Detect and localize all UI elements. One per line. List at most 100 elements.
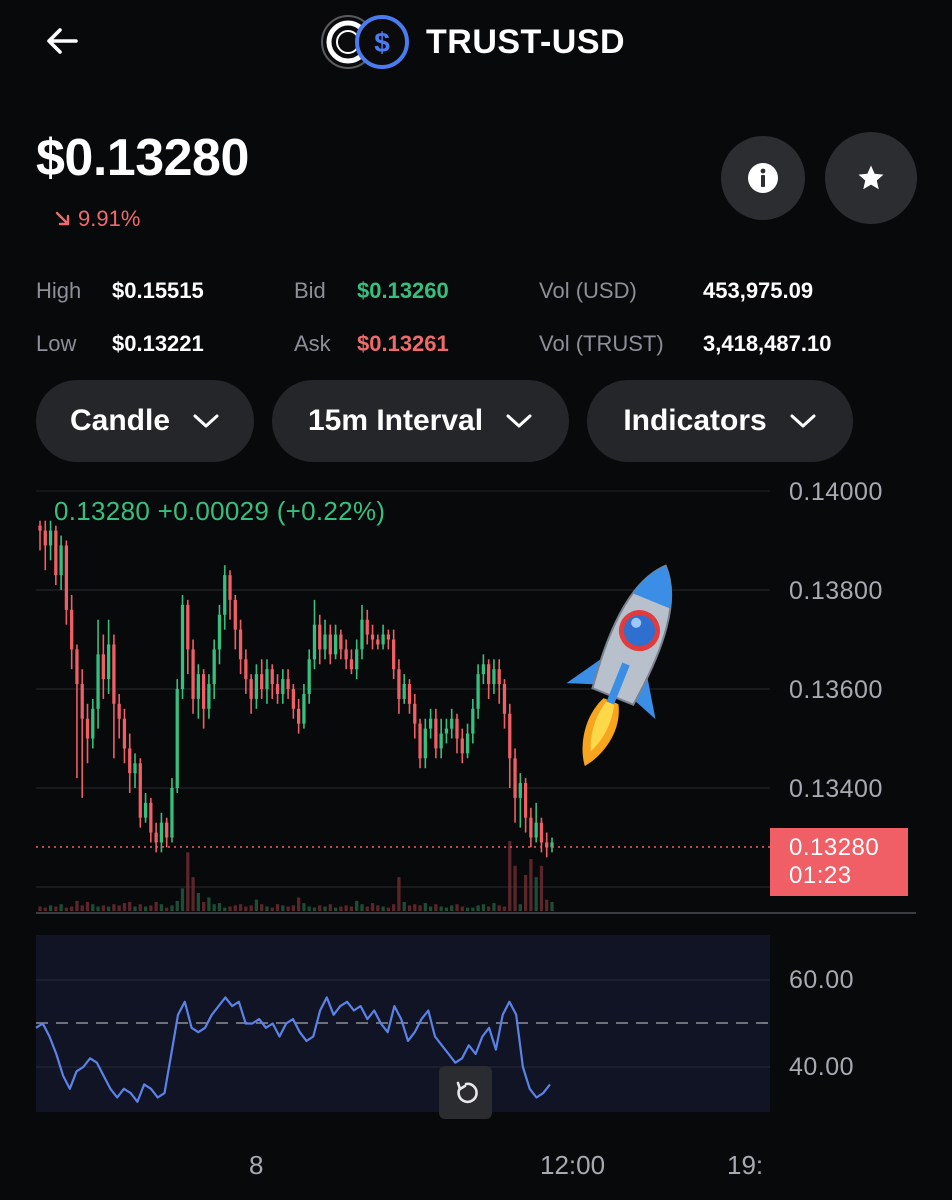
volume-bar: [502, 906, 507, 911]
volume-bar: [228, 906, 232, 911]
volume-bar: [434, 904, 438, 911]
interval-label: 15m Interval: [307, 404, 484, 437]
candle: [518, 783, 522, 798]
indicators-label: Indicators: [623, 404, 767, 437]
reset-chart-button[interactable]: [439, 1066, 492, 1119]
candle: [355, 649, 359, 670]
volume-bar: [476, 905, 480, 911]
interval-select[interactable]: 15m Interval: [272, 380, 569, 462]
volume-bar: [217, 903, 222, 911]
volume-bar: [539, 865, 544, 911]
volume-bar: [407, 905, 412, 911]
candle: [254, 674, 259, 699]
volume-bar: [106, 906, 111, 911]
volume-bar: [450, 905, 454, 911]
price-axis-label: 0.14000: [789, 478, 883, 506]
candle: [265, 669, 269, 689]
volume-bar: [70, 906, 74, 911]
candle: [275, 684, 280, 694]
candle: [186, 604, 190, 650]
candle: [101, 654, 105, 680]
volume-bar: [307, 906, 311, 911]
candle: [59, 545, 63, 576]
candle: [360, 619, 364, 650]
info-button[interactable]: [721, 136, 805, 220]
candle: [191, 649, 195, 699]
back-button[interactable]: [40, 18, 86, 64]
pair-icons: $: [320, 14, 412, 70]
bid-value: $0.13260: [357, 278, 449, 303]
candle: [413, 703, 417, 724]
volume-bar: [497, 905, 501, 911]
volume-bar: [444, 907, 449, 911]
volume-bar: [460, 906, 464, 911]
candle: [328, 634, 332, 655]
last-price-value: 0.13280: [789, 834, 880, 861]
candle: [149, 802, 153, 833]
volume-bar: [386, 907, 391, 911]
volume-bar: [122, 903, 127, 911]
volume-bar: [302, 903, 306, 911]
ask-value: $0.13261: [357, 331, 449, 356]
volume-bar: [471, 907, 475, 911]
rsi-axis-label: 60.00: [789, 966, 855, 994]
volume-bar: [180, 888, 185, 911]
volume-bar: [260, 904, 264, 911]
candle: [344, 649, 348, 660]
chevron-down-icon: [790, 414, 816, 428]
pair-header: $ TRUST-USD: [320, 14, 625, 70]
candle: [297, 708, 301, 724]
volume-bar: [545, 899, 549, 911]
arrow-left-icon: [47, 28, 78, 54]
candle: [286, 679, 290, 689]
volume-bar: [550, 901, 554, 911]
candle: [223, 575, 227, 615]
volume-bar: [85, 901, 90, 911]
arrow-down-right-icon: [55, 211, 70, 226]
rsi-axis-label: 40.00: [789, 1053, 855, 1081]
candle: [270, 669, 274, 685]
volume-bar: [170, 905, 174, 911]
volume-bar: [523, 874, 528, 911]
vol-trust-value: 3,418,487.10: [703, 331, 832, 356]
volume-bar: [112, 904, 116, 911]
volume-bar: [91, 904, 95, 911]
volume-bar: [133, 906, 137, 911]
volume-bar: [207, 897, 211, 911]
high-label: High: [36, 278, 82, 303]
candle: [450, 718, 454, 729]
candle: [212, 649, 216, 685]
usd-coin-icon: $: [355, 15, 409, 69]
candle: [96, 654, 100, 709]
candle: [523, 783, 528, 818]
candle: [217, 614, 222, 650]
candle: [370, 634, 375, 640]
ask-label: Ask: [294, 331, 331, 356]
candle: [54, 530, 58, 576]
volume-bar: [339, 906, 343, 911]
volume-bar: [101, 905, 105, 911]
volume-bar: [201, 901, 206, 911]
chart-type-select[interactable]: Candle: [36, 380, 254, 462]
volume-bar: [465, 907, 470, 911]
volume-bar: [439, 906, 443, 911]
low-value: $0.13221: [112, 331, 204, 356]
current-price: $0.13280: [36, 129, 249, 187]
bid-label: Bid: [294, 278, 326, 303]
candle: [233, 599, 237, 630]
candle: [476, 674, 480, 709]
candle: [260, 674, 264, 689]
volume-bar: [154, 901, 158, 911]
volume-bar: [413, 904, 417, 911]
favorite-button[interactable]: [825, 132, 917, 224]
candle: [281, 679, 285, 694]
indicators-select[interactable]: Indicators: [587, 380, 853, 462]
volume-bar: [492, 903, 496, 911]
candle: [386, 634, 391, 640]
candle: [122, 718, 127, 749]
volume-bar: [223, 907, 227, 911]
chevron-down-icon: [193, 414, 219, 428]
volume-bar: [191, 877, 195, 911]
volume-bar: [534, 877, 538, 911]
volume-bar: [212, 904, 216, 911]
